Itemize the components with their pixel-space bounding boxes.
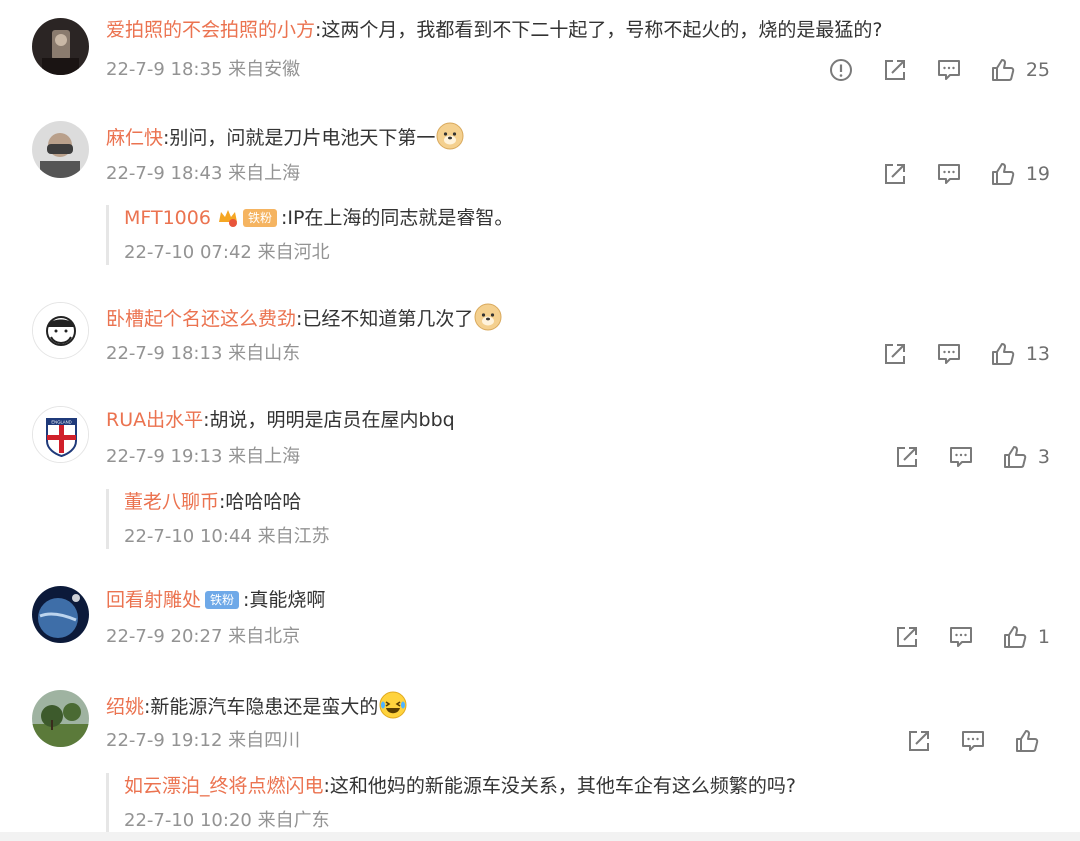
share-button[interactable] (882, 161, 908, 187)
comment-meta: 22-7-9 20:27 来自北京 (106, 626, 301, 647)
avatar[interactable] (32, 18, 89, 75)
thumbs-up-icon (991, 343, 1015, 365)
thumbs-up-icon (1016, 730, 1039, 752)
comment-icon (962, 731, 984, 751)
avatar[interactable] (32, 302, 89, 359)
comment-actions: 25 (800, 55, 1050, 85)
laughing-tears-emoji-icon (379, 691, 407, 719)
username-link[interactable]: 如云漂泊_终将点燃闪电 (124, 775, 324, 797)
comment-meta: 22-7-10 10:44 来自江苏 (124, 526, 330, 547)
comment-meta: 22-7-9 18:35 来自安徽 (106, 59, 301, 80)
username-link[interactable]: 麻仁快 (106, 127, 163, 149)
thumbs-up-icon (991, 163, 1015, 185)
doge-emoji-icon (474, 303, 502, 331)
comment-button[interactable] (948, 444, 974, 470)
username-link[interactable]: 卧槽起个名还这么费劲 (106, 308, 296, 330)
like-count: 13 (1025, 343, 1050, 365)
comment-meta: 22-7-10 07:42 来自河北 (124, 242, 330, 263)
doge-emoji-icon (436, 122, 464, 150)
comment-text: :别问，问就是刀片电池天下第一 (163, 127, 436, 149)
comment-text: :这和他妈的新能源车没关系，其他车企有这么频繁的吗? (323, 775, 797, 797)
share-icon (909, 731, 929, 751)
comment-actions: 19 (854, 159, 1050, 189)
avatar[interactable] (32, 586, 89, 643)
like-count: 3 (1037, 446, 1050, 468)
fan-badge: 铁粉 (242, 209, 277, 227)
like-count: 19 (1025, 163, 1050, 185)
comment-icon (937, 60, 960, 80)
username-link[interactable]: 绍姚 (106, 696, 144, 718)
comment-meta: 22-7-9 18:43 来自上海 (106, 163, 301, 184)
thumbs-up-icon (1003, 446, 1027, 468)
avatar[interactable] (32, 690, 89, 747)
comment-actions: 13 (854, 339, 1050, 369)
comment-meta: 22-7-9 18:13 来自山东 (106, 343, 301, 364)
comment-meta: 22-7-10 10:20 来自广东 (124, 810, 330, 831)
comment-button[interactable] (936, 341, 962, 367)
comment-meta: 22-7-9 19:12 来自四川 (106, 730, 301, 751)
like-count: 1 (1037, 626, 1050, 648)
username-link[interactable]: 爱拍照的不会拍照的小方 (106, 19, 315, 41)
like-button[interactable]: 13 (990, 341, 1050, 367)
username-link[interactable]: MFT1006 (124, 207, 211, 229)
share-icon (896, 447, 917, 467)
comment-icon (937, 344, 960, 364)
share-icon (884, 164, 905, 184)
comment-button[interactable] (948, 624, 974, 650)
reply-item: 董老八聊币:哈哈哈哈 22-7-10 10:44 来自江苏 (106, 489, 330, 549)
username-link[interactable]: RUA出水平 (106, 409, 203, 431)
comment-text: :已经不知道第几次了 (296, 308, 474, 330)
comment-text: :IP在上海的同志就是睿智。 (280, 207, 514, 229)
comment-meta: 22-7-9 19:13 来自上海 (106, 446, 301, 467)
like-button[interactable]: 25 (990, 57, 1050, 83)
comment-actions: 1 (866, 622, 1050, 652)
comment-text: :真能烧啊 (243, 589, 326, 611)
like-button[interactable] (1014, 728, 1050, 754)
comment-text: :新能源汽车隐患还是蛮大的 (144, 696, 379, 718)
avatar-text: ENGLAND (51, 420, 71, 425)
report-button[interactable] (828, 57, 854, 83)
reply-item: MFT1006 铁粉:IP在上海的同志就是睿智。 22-7-10 07:42 来自… (106, 205, 513, 265)
comment-actions (878, 726, 1050, 756)
like-button[interactable]: 3 (1002, 444, 1050, 470)
report-icon (829, 59, 852, 81)
like-button[interactable]: 19 (990, 161, 1050, 187)
comment-icon (937, 164, 960, 184)
crown-icon (218, 210, 237, 227)
share-icon (884, 344, 905, 364)
comment-actions: 3 (866, 442, 1050, 472)
comment-text: :胡说，明明是店员在屋内bbq (203, 409, 455, 431)
username-link[interactable]: 董老八聊币 (124, 491, 219, 513)
comment-button[interactable] (960, 728, 986, 754)
like-count: 25 (1025, 59, 1050, 81)
reply-item: 如云漂泊_终将点燃闪电:这和他妈的新能源车没关系，其他车企有这么频繁的吗? 22… (106, 773, 796, 833)
like-button[interactable]: 1 (1002, 624, 1050, 650)
thumbs-up-icon (991, 59, 1015, 81)
comment-icon (949, 627, 972, 647)
comment-button[interactable] (936, 57, 962, 83)
fan-badge: 铁粉 (205, 591, 240, 609)
share-button[interactable] (882, 341, 908, 367)
share-button[interactable] (894, 624, 920, 650)
share-button[interactable] (882, 57, 908, 83)
comment-text: :哈哈哈哈 (219, 491, 302, 513)
share-button[interactable] (894, 444, 920, 470)
share-icon (884, 60, 905, 80)
avatar[interactable]: ENGLAND (32, 406, 89, 463)
comment-button[interactable] (936, 161, 962, 187)
avatar[interactable] (32, 121, 89, 178)
share-button[interactable] (906, 728, 932, 754)
username-link[interactable]: 回看射雕处 (106, 589, 201, 611)
bottom-divider (0, 832, 1080, 841)
thumbs-up-icon (1003, 626, 1027, 648)
comment-icon (949, 447, 972, 467)
share-icon (896, 627, 917, 647)
comment-text: :这两个月，我都看到不下二十起了，号称不起火的，烧的是最猛的? (315, 19, 883, 41)
